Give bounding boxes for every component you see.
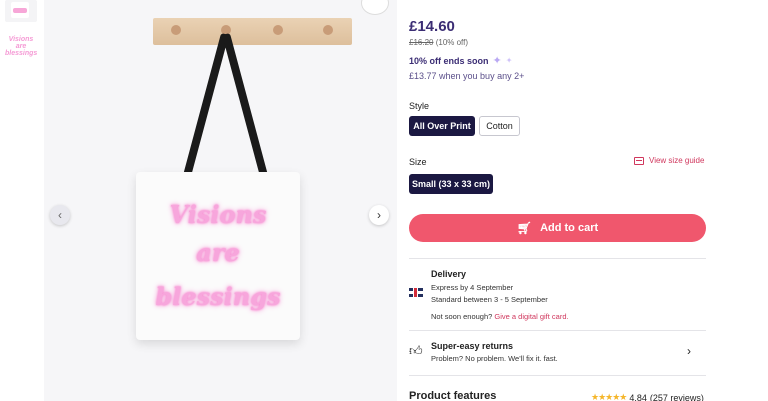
thumbnail-strip: Visions are blessings [0,0,44,401]
bag-design-line: blessings [155,282,281,311]
delivery-standard: Standard between 3 - 5 September [431,295,548,304]
divider [409,330,706,331]
star-rating-icon: ★★★★★ [591,392,627,401]
thumbs-up-icon: 👍︎ [409,343,423,358]
bag-strap-left [182,32,229,180]
delivery-express: Express by 4 September [431,283,514,292]
not-soon-text: Not soon enough? [431,312,493,321]
add-to-cart-label: Add to cart [540,222,599,234]
peg [171,25,181,35]
product-price: £14.60 [409,18,455,35]
offer-text: 10% off ends soon [409,55,489,66]
bag-thumbnail-image [11,2,29,18]
bag-strap-right [222,32,269,180]
delivery-title: Delivery [431,269,467,279]
tote-bag-image: Visions are blessings [136,172,300,340]
sparkle-small-icon: ✦ [505,56,513,65]
divider [409,375,706,376]
thumbnail-design-text: Visions are blessings [5,36,37,57]
cart-icon: 🛒︎ [516,221,533,235]
chevron-left-icon: ‹ [58,208,62,222]
bag-design-line: Visions [169,200,267,229]
returns-subtitle: Problem? No problem. We'll fix it. fast. [431,354,558,363]
rating-value: 4.84 [629,392,647,401]
price-was: £16.20 (10% off) [409,38,468,47]
multi-buy-offer: £13.77 when you buy any 2+ [409,71,525,81]
thumbnail-design[interactable]: Visions are blessings [5,32,37,72]
sparkle-icon: ✦ [492,55,502,67]
thumbnail-bag[interactable] [5,0,37,22]
wishlist-button[interactable] [362,0,388,14]
review-count: (257 reviews) [649,392,704,401]
next-image-button[interactable]: › [369,205,389,225]
size-option-small[interactable]: Small (33 x 33 cm) [409,174,493,194]
size-label: Size [409,157,427,167]
divider [409,258,706,259]
size-guide-label: View size guide [649,156,705,165]
chevron-right-icon: › [377,208,381,222]
size-guide-link[interactable]: View size guide [634,156,704,165]
returns-chevron-right-icon[interactable]: › [687,344,691,358]
product-image-viewer: Visions are blessings ‹ › [44,0,397,401]
returns-title: Super-easy returns [431,341,514,351]
discount-percent: (10% off) [435,38,469,47]
uk-flag-icon [409,288,423,297]
previous-image-button[interactable]: ‹ [50,205,70,225]
old-price: £16.20 [409,38,434,47]
offer-banner: 10% off ends soon ✦ ✦ [409,54,512,67]
rating-summary[interactable]: ★★★★★ 4.84 (257 reviews) [591,392,704,401]
ruler-icon [634,156,644,165]
peg [273,25,283,35]
peg [323,25,333,35]
delivery-gift: Not soon enough? Give a digital gift car… [431,312,569,321]
add-to-cart-button[interactable]: 🛒︎ Add to cart [409,214,706,242]
wooden-peg-rack [153,18,352,45]
bag-design-line: are [196,238,240,267]
style-label: Style [409,101,430,111]
product-features-title: Product features [409,390,497,401]
gift-card-link[interactable]: Give a digital gift card. [494,312,568,321]
style-option-all-over-print[interactable]: All Over Print [409,116,475,136]
style-option-cotton[interactable]: Cotton [479,116,520,136]
